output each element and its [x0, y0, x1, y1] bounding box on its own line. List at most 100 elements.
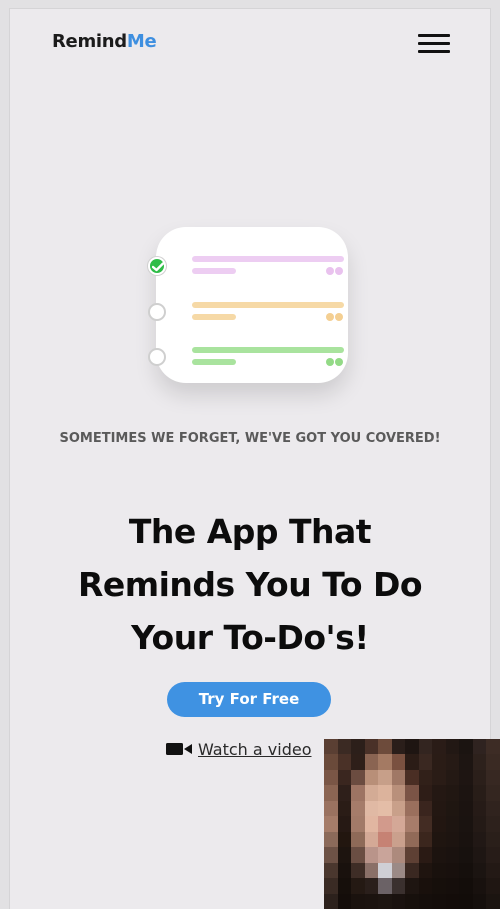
overlay-pixel — [324, 878, 338, 895]
overlay-pixel — [459, 739, 474, 755]
overlay-pixel — [405, 739, 420, 755]
todo-subtitle-bar — [192, 268, 236, 274]
overlay-pixel — [486, 816, 500, 833]
overlay-pixel — [472, 785, 487, 802]
overlay-pixel — [432, 847, 447, 864]
overlay-pixel — [418, 785, 433, 802]
overlay-pixel — [337, 878, 352, 895]
overlay-pixel — [418, 847, 433, 864]
overlay-pixel — [432, 831, 447, 848]
overlay-pixel — [351, 800, 366, 817]
overlay-pixel — [351, 862, 366, 879]
overlay-pixel — [459, 878, 474, 895]
overlay-pixel — [405, 878, 420, 895]
empty-circle-icon — [148, 303, 166, 321]
overlay-pixel — [405, 893, 420, 909]
overlay-pixel — [405, 785, 420, 802]
overlay-pixel — [337, 769, 352, 786]
overlay-pixel — [391, 862, 406, 879]
overlay-pixel — [378, 785, 393, 802]
overlay-pixel — [337, 754, 352, 771]
overlay-pixel — [418, 862, 433, 879]
overlay-pixel — [418, 769, 433, 786]
overlay-pixel — [364, 862, 379, 879]
todo-card — [148, 227, 348, 383]
video-camera-icon — [166, 743, 192, 755]
overlay-pixel — [432, 754, 447, 771]
overlay-pixel — [486, 754, 500, 771]
overlay-pixel — [459, 893, 474, 909]
overlay-pixel — [418, 800, 433, 817]
todo-row-open — [148, 297, 348, 327]
overlay-pixel — [405, 769, 420, 786]
overlay-pixel — [472, 816, 487, 833]
overlay-pixel — [378, 739, 393, 755]
overlay-pixel — [472, 878, 487, 895]
overlay-pixel — [472, 739, 487, 755]
overlay-pixel — [378, 754, 393, 771]
overlay-pixel — [418, 754, 433, 771]
watch-video-link[interactable]: Watch a video — [166, 738, 312, 760]
overlay-pixel — [324, 739, 338, 755]
overlay-pixel — [472, 893, 487, 909]
overlay-pixel — [459, 769, 474, 786]
overlay-pixel — [445, 754, 460, 771]
headline-line: Your To-Do's! — [131, 618, 369, 657]
overlay-pixel — [378, 878, 393, 895]
overlay-pixel — [364, 878, 379, 895]
overlay-pixel — [364, 800, 379, 817]
hamburger-menu-icon[interactable] — [418, 32, 450, 56]
logo-text-remind: Remind — [52, 31, 127, 52]
overlay-pixel — [324, 785, 338, 802]
overlay-pixel — [378, 769, 393, 786]
overlay-pixel — [324, 754, 338, 771]
overlay-pixel — [486, 878, 500, 895]
todo-dots — [326, 358, 344, 366]
overlay-pixel — [337, 847, 352, 864]
overlay-pixel — [459, 785, 474, 802]
headline-line: The App That — [128, 512, 372, 551]
logo[interactable]: RemindMe — [52, 31, 157, 52]
overlay-pixel — [472, 800, 487, 817]
overlay-pixel — [459, 816, 474, 833]
tagline: SOMETIMES WE FORGET, WE'VE GOT YOU COVER… — [59, 431, 441, 446]
overlay-pixel — [486, 769, 500, 786]
overlay-pixel — [364, 893, 379, 909]
overlay-pixel — [391, 739, 406, 755]
overlay-pixel — [337, 893, 352, 909]
overlay-pixel — [337, 800, 352, 817]
overlay-pixel — [405, 831, 420, 848]
overlay-pixel — [432, 816, 447, 833]
overlay-pixel — [324, 847, 338, 864]
todo-title-bar — [192, 256, 344, 262]
overlay-pixel — [432, 739, 447, 755]
overlay-pixel — [351, 754, 366, 771]
overlay-pixel — [378, 831, 393, 848]
overlay-pixel — [364, 847, 379, 864]
overlay-pixel — [459, 831, 474, 848]
overlay-pixel — [378, 847, 393, 864]
logo-text-me: Me — [126, 31, 157, 52]
overlay-pixel — [432, 878, 447, 895]
overlay-pixel — [486, 800, 500, 817]
overlay-pixel — [337, 739, 352, 755]
overlay-pixel — [364, 739, 379, 755]
todo-list-illustration — [146, 217, 356, 387]
overlay-pixel — [351, 816, 366, 833]
overlay-pixel — [337, 816, 352, 833]
overlay-pixel — [364, 769, 379, 786]
overlay-pixel — [486, 862, 500, 879]
overlay-pixel — [391, 769, 406, 786]
overlay-pixel — [445, 769, 460, 786]
overlay-pixel — [432, 800, 447, 817]
try-for-free-button[interactable]: Try For Free — [167, 682, 331, 717]
overlay-pixel — [418, 816, 433, 833]
overlay-pixel — [337, 862, 352, 879]
overlay-pixel — [351, 878, 366, 895]
overlay-pixel — [364, 754, 379, 771]
overlay-pixel — [432, 769, 447, 786]
overlay-pixel — [364, 785, 379, 802]
overlay-pixel — [351, 785, 366, 802]
overlay-pixel — [364, 831, 379, 848]
overlay-pixel — [405, 816, 420, 833]
